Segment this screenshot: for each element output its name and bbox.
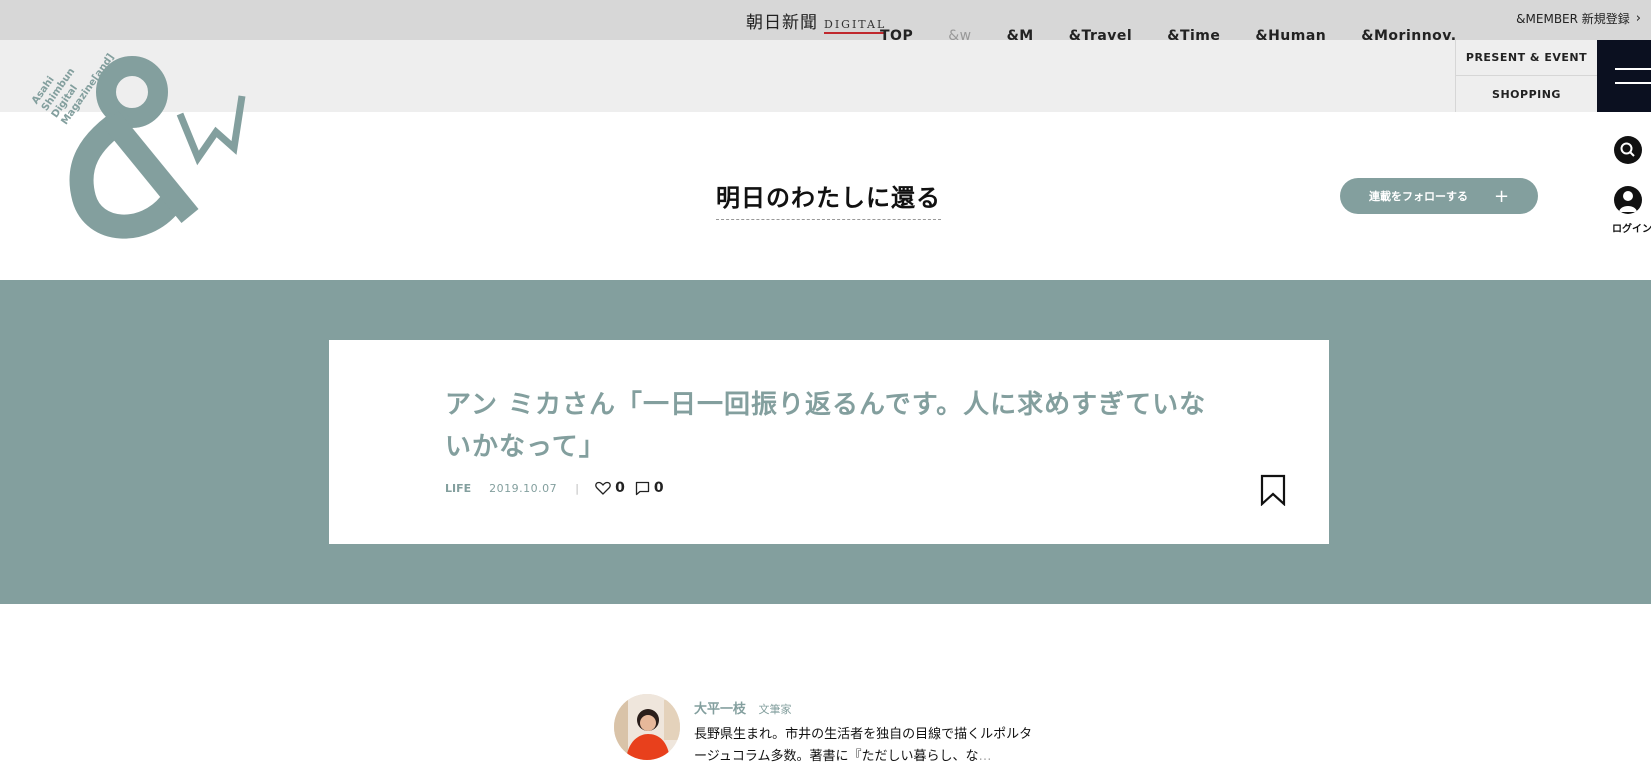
follow-series-label: 連載をフォローする	[1368, 190, 1468, 203]
article-category[interactable]: LIFE	[445, 482, 471, 495]
member-register-link[interactable]: &MEMBER 新規登録 ›	[1516, 10, 1641, 27]
author-name-line: 大平一枝 文筆家	[694, 698, 792, 717]
series-title[interactable]: 明日のわたしに還る	[716, 178, 941, 220]
article-title[interactable]: アン ミカさん「一日一回振り返るんです。人に求めすぎていないかなって」	[445, 384, 1225, 468]
author-bio-ellipsis: …	[978, 749, 992, 762]
article-card[interactable]: アン ミカさん「一日一回振り返るんです。人に求めすぎていないかなって」 LIFE…	[329, 340, 1329, 544]
bookmark-icon	[1260, 474, 1286, 507]
asahi-logo-jp: 朝日新聞	[746, 13, 818, 33]
search-icon-glyph	[1620, 142, 1635, 157]
nav-item-and-morinnov[interactable]: &Morinnov.	[1361, 28, 1456, 44]
nav-item-and-m[interactable]: &M	[1007, 28, 1034, 44]
shopping-link[interactable]: SHOPPING	[1456, 76, 1597, 112]
chevron-right-icon: ›	[1635, 11, 1641, 26]
like-counter[interactable]: 0	[595, 480, 625, 496]
like-count: 0	[615, 480, 625, 496]
main-nav: TOP &w &M &Travel &Time &Human &Morinnov…	[880, 28, 1492, 44]
nav-item-and-human[interactable]: &Human	[1255, 28, 1326, 44]
nav-item-and-time[interactable]: &Time	[1167, 28, 1220, 44]
author-avatar-image	[614, 694, 680, 760]
nav-item-and-travel[interactable]: &Travel	[1069, 28, 1133, 44]
search-icon[interactable]	[1614, 136, 1642, 164]
hamburger-line	[1615, 68, 1651, 70]
article-date: 2019.10.07	[489, 481, 558, 495]
meta-separator: |	[575, 481, 580, 495]
bookmark-button[interactable]	[1259, 474, 1287, 510]
asahi-logo-digital: DIGITAL	[824, 18, 887, 34]
hamburger-line	[1615, 82, 1651, 84]
hamburger-menu-button[interactable]	[1597, 40, 1651, 112]
follow-series-button[interactable]: 連載をフォローする +	[1340, 178, 1538, 214]
comment-counter[interactable]: 0	[635, 480, 664, 496]
author-role: 文筆家	[758, 703, 792, 716]
comment-icon	[635, 481, 650, 495]
asahi-digital-logo[interactable]: 朝日新聞 DIGITAL	[746, 8, 887, 34]
member-register-label: &MEMBER 新規登録	[1516, 12, 1630, 26]
nav-item-top[interactable]: TOP	[880, 28, 913, 44]
author-name[interactable]: 大平一枝	[694, 702, 746, 717]
nav-extra-links: PRESENT & EVENT SHOPPING	[1455, 40, 1597, 112]
present-event-link[interactable]: PRESENT & EVENT	[1456, 40, 1597, 76]
heart-icon	[595, 481, 611, 495]
user-icon-glyph	[1619, 191, 1637, 212]
user-icon[interactable]	[1614, 186, 1642, 214]
author-bio: 長野県生まれ。市井の生活者を独自の目線で描くルポルタージュコラム多数。著書に『た…	[694, 724, 1044, 762]
article-meta: LIFE 2019.10.07 | 0 0	[445, 480, 664, 496]
author-avatar[interactable]	[614, 694, 680, 760]
login-label[interactable]: ログイン	[1612, 220, 1651, 235]
nav-item-and-w[interactable]: &w	[948, 28, 971, 44]
comment-count: 0	[653, 480, 664, 496]
plus-icon: +	[1493, 185, 1510, 207]
